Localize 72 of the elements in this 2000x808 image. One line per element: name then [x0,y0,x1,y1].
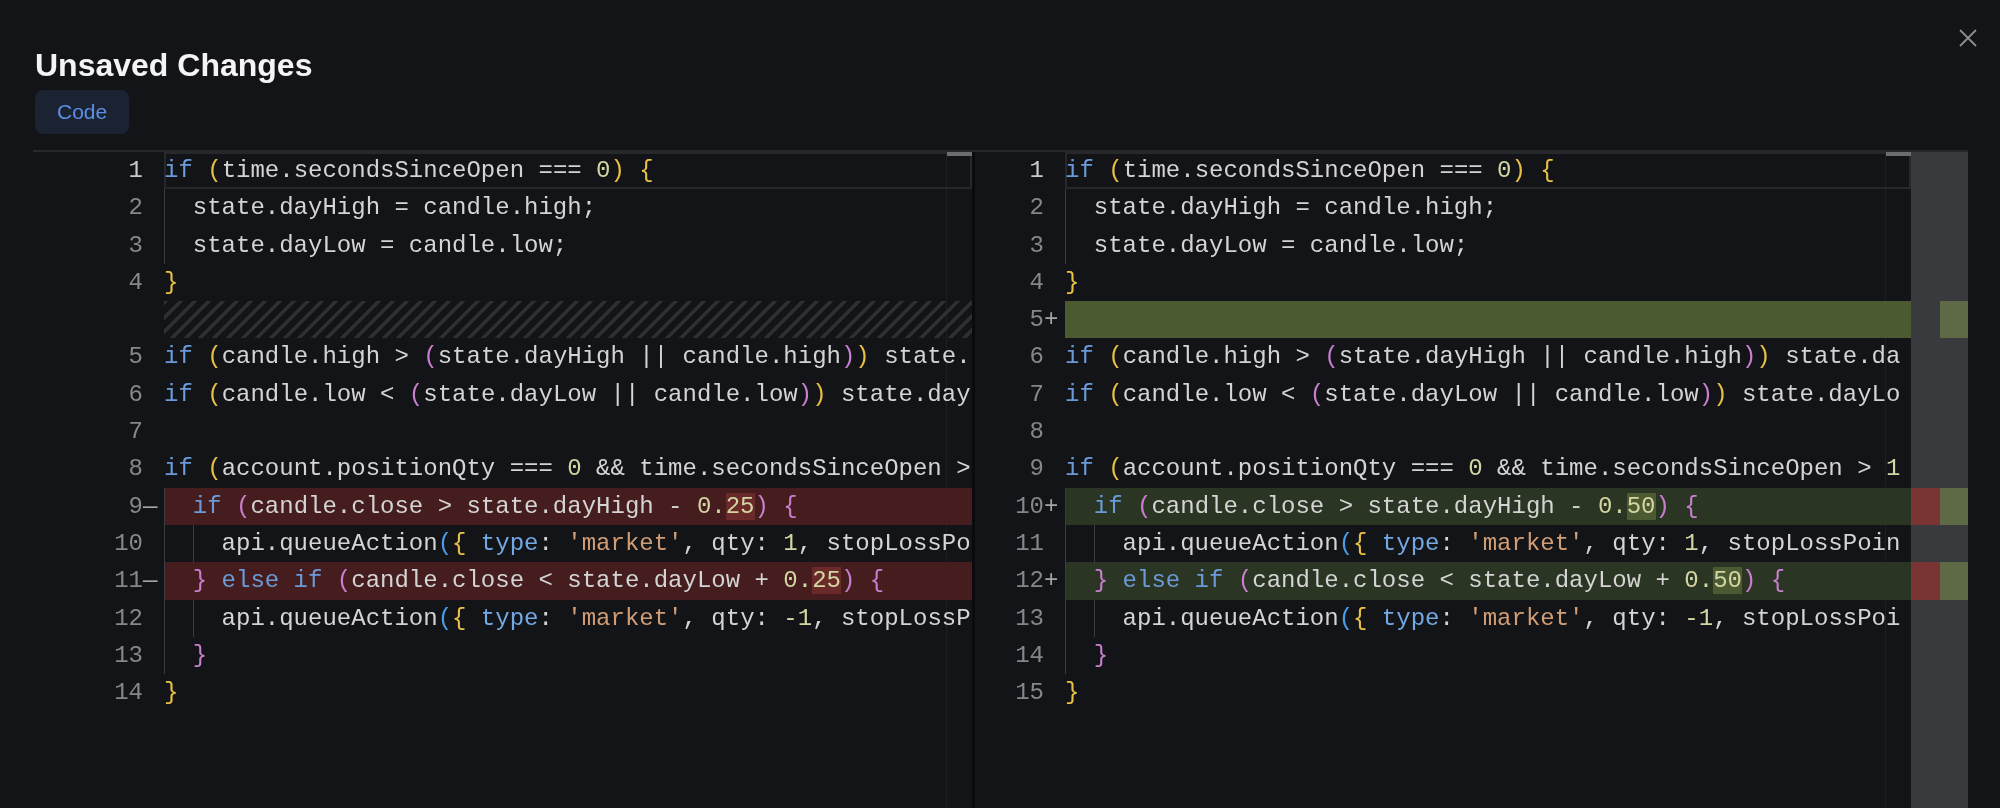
code-line: } [1093,640,1109,671]
code-line: if (candle.high > (state.dayHigh || candle.high)) state.da [1065,342,1901,373]
close-button[interactable] [1957,27,1979,49]
dialog-title: Unsaved Changes [35,46,313,84]
code-line: if (account.positionQty === 0 && time.secondsSinceOpen > 1 [1065,454,1901,485]
line-number: 9 [127,491,143,522]
code-line: state.dayHigh = candle.high; [192,193,597,224]
code-line: state.dayHigh = candle.high; [1093,193,1498,224]
line-number: 10 [113,528,143,559]
line-number: 12 [113,603,143,634]
diff-sign: — [143,491,159,522]
line-number: 13 [1014,603,1044,634]
line-number: 3 [1028,230,1044,261]
deletion-marker-icon [1911,487,1940,525]
diff-sign: + [1044,566,1060,597]
line-number: 6 [127,379,143,410]
line-number: 8 [1028,417,1044,448]
code-line: state.dayLow = candle.low; [1093,230,1469,261]
diff-sign: + [1044,305,1060,336]
code-line: } [1065,678,1080,709]
line-number: 3 [127,230,143,261]
code-line: } [164,678,179,709]
view-tab[interactable]: Code [35,90,130,134]
code-line: if (account.positionQty === 0 && time.secondsSinceOpen > [164,454,971,485]
line-number: 10 [1014,491,1044,522]
code-line: api.queueAction({ type: 'market', qty: -1, stopLossP [221,603,971,634]
insertion-marker-icon [1940,487,1968,525]
code-line: } else if (candle.close < state.dayLow + 0.25) { [192,566,885,597]
deletion-marker-icon [1911,562,1940,600]
line-number: 14 [113,678,143,709]
line-number: 14 [1014,640,1044,671]
line-number: 7 [127,417,143,448]
line-number: 12 [1014,566,1044,597]
code-line: api.queueAction({ type: 'market', qty: 1, stopLossPo [221,528,971,559]
diff-sign: + [1044,491,1060,522]
line-number: 1 [1028,156,1044,186]
line-number: 11 [1014,528,1044,559]
diff-sign: — [143,566,159,597]
line-number: 13 [113,640,143,671]
scrollbar-thumb[interactable] [1886,152,1911,156]
overview-ruler[interactable] [1911,152,1968,808]
code-line: if (candle.low < (state.dayLow || candle.low)) state.day [164,379,971,410]
line-number: 6 [1028,342,1044,373]
code-line: if (candle.high > (state.dayHigh || candle.high)) state. [164,342,971,373]
scrollbar-thumb[interactable] [947,152,972,156]
line-number: 11 [113,566,143,597]
code-line: api.queueAction({ type: 'market', qty: -1, stopLossPoi [1122,603,1901,634]
code-line: if (time.secondsSinceOpen === 0) { [164,156,654,186]
line-number: 4 [127,267,143,298]
code-line: if (candle.close > state.dayHigh - 0.50) { [1093,491,1699,522]
line-number: 2 [127,193,143,224]
line-number: 1 [127,156,143,186]
insertion-marker-icon [1940,301,1968,339]
line-number: 7 [1028,379,1044,410]
line-number: 4 [1028,267,1044,298]
line-number: 5 [1028,305,1044,336]
insertion-marker-icon [1940,562,1968,600]
line-number: 8 [127,454,143,485]
code-line: } [192,640,208,671]
code-line: if (candle.low < (state.dayLow || candle.low)) state.dayLo [1065,379,1901,410]
code-line: api.queueAction({ type: 'market', qty: 1, stopLossPoin [1122,528,1901,559]
line-number: 9 [1028,454,1044,485]
line-number: 2 [1028,193,1044,224]
line-number: 15 [1014,678,1044,709]
code-line: if (time.secondsSinceOpen === 0) { [1065,156,1555,186]
code-line: } [164,267,179,298]
code-line: } [1065,267,1080,298]
code-line: } else if (candle.close < state.dayLow + 0.50) { [1093,566,1786,597]
close-icon [1959,29,1977,47]
line-number: 5 [127,342,143,373]
code-line: state.dayLow = candle.low; [192,230,568,261]
code-line: if (candle.close > state.dayHigh - 0.25) { [192,491,798,522]
